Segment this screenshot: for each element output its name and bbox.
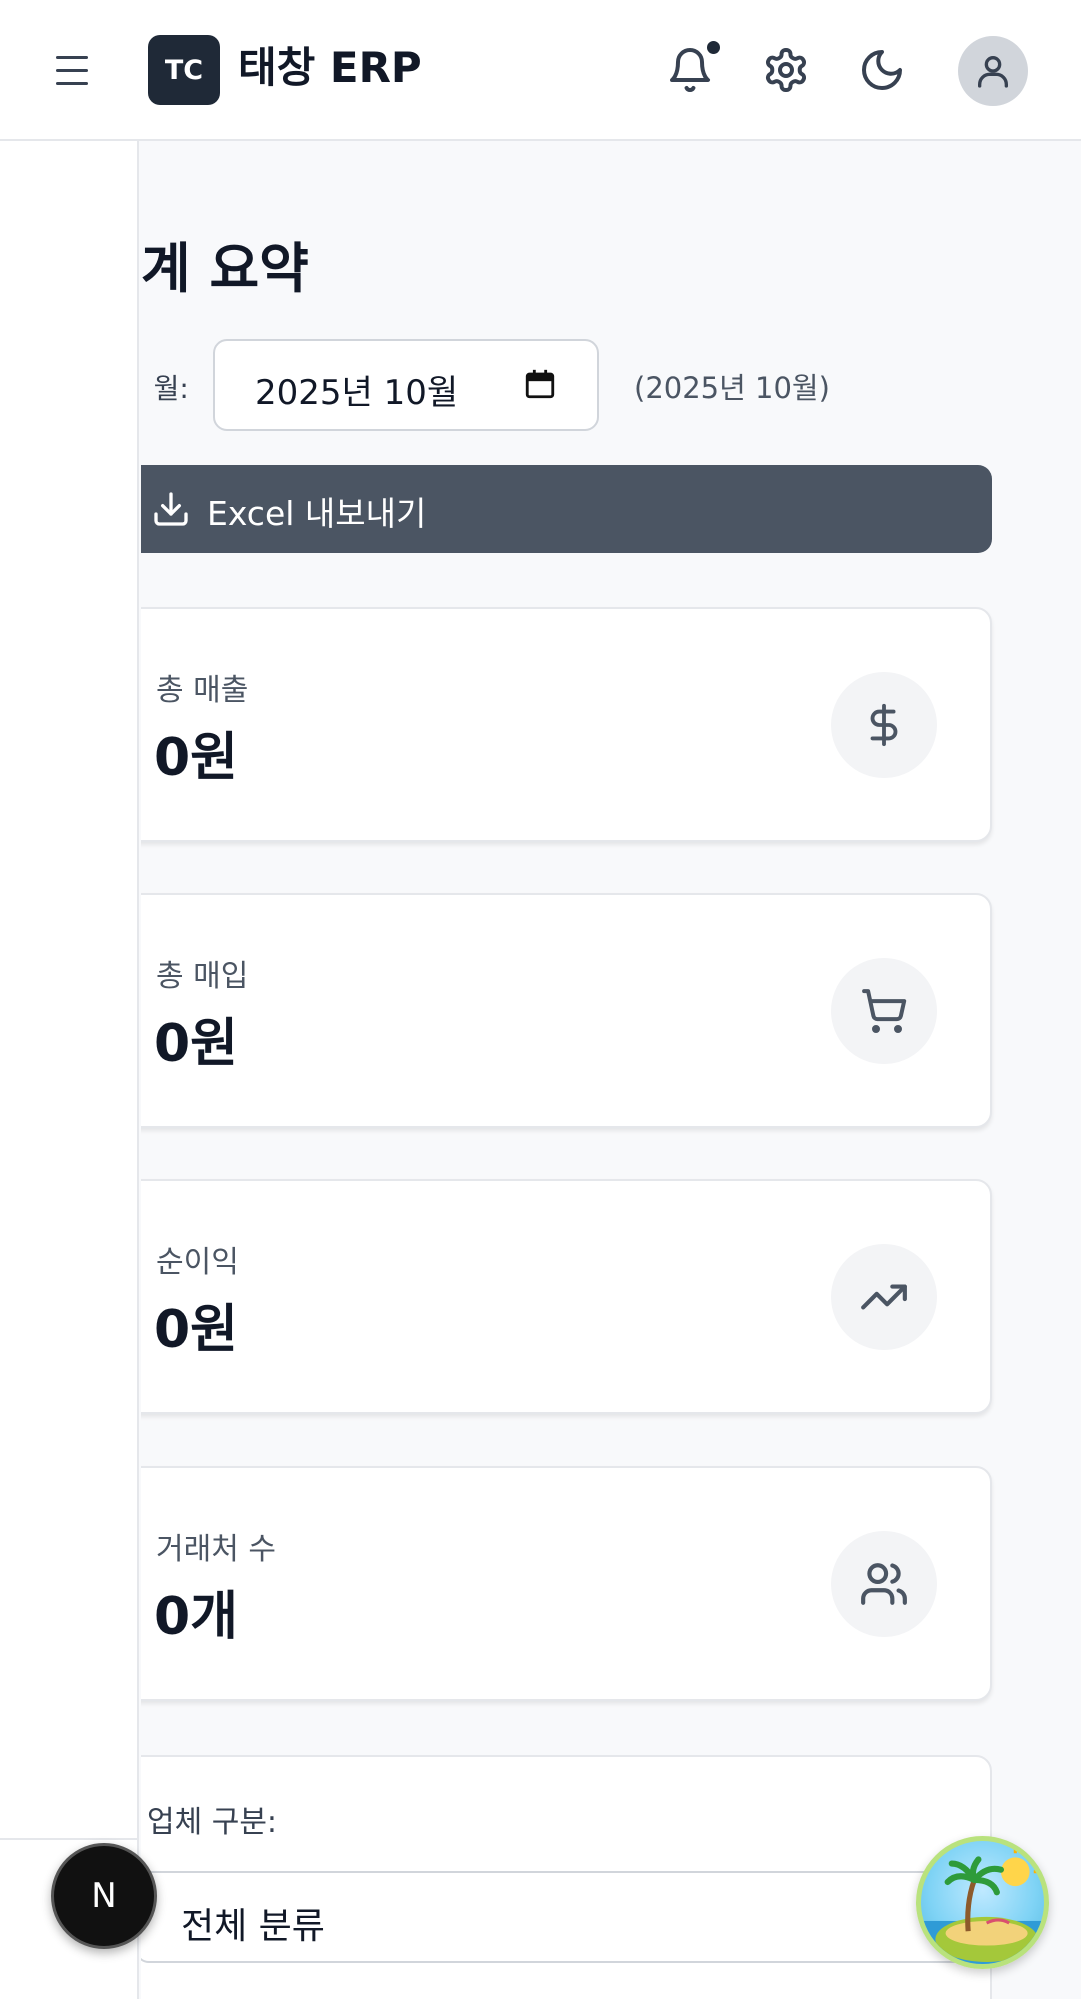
excel-export-label: Excel 내보내기	[207, 494, 427, 533]
selected-month-note: (2025년 10월)	[634, 371, 830, 405]
card-label: 거래처 수	[156, 1532, 276, 1567]
card-value: 0원	[154, 728, 239, 788]
island-assistant-button[interactable]	[916, 1836, 1049, 1969]
download-icon	[154, 492, 188, 526]
card-value: 0개	[154, 1587, 239, 1647]
main-content: 계 요약 ㅣ 월: 2025년 10월 (2025년 10월) Excel 내보…	[141, 141, 1081, 1999]
nextjs-dev-badge[interactable]: N	[51, 1843, 157, 1949]
notification-dot	[705, 39, 722, 56]
page-title: 계 요약	[141, 237, 309, 300]
sidebar-divider	[0, 1838, 139, 1840]
logo-badge: TC	[148, 35, 220, 105]
card-value: 0원	[154, 1300, 239, 1360]
calendar-icon[interactable]	[523, 367, 557, 401]
card-icon-wrap	[831, 958, 937, 1064]
summary-card-partners: 거래처 수 0개	[141, 1466, 992, 1701]
moon-icon[interactable]	[858, 46, 906, 94]
card-label: 총 매입	[156, 959, 249, 994]
top-bar: TC 태창 ERP	[0, 0, 1081, 141]
island-icon	[921, 1849, 1044, 1964]
card-icon-wrap	[831, 1244, 937, 1350]
sidebar	[0, 141, 139, 1999]
users-icon	[861, 1563, 907, 1605]
dollar-icon	[870, 703, 898, 747]
cart-icon	[862, 989, 907, 1033]
month-picker-value: 2025년 10월	[255, 373, 459, 413]
next-logo-icon: N	[91, 1876, 116, 1916]
summary-card-sales: 총 매출 0원	[141, 607, 992, 842]
card-icon-wrap	[831, 1531, 937, 1637]
summary-card-profit: 순이익 0원	[141, 1179, 992, 1414]
month-label: ㅣ 월:	[141, 372, 189, 405]
filter-label: 업체 구분:	[147, 1805, 278, 1840]
card-label: 순이익	[156, 1245, 239, 1280]
category-select[interactable]: 전체 분류	[141, 1871, 975, 1963]
filter-card: 업체 구분: 전체 분류	[141, 1755, 992, 1999]
category-select-value: 전체 분류	[181, 1906, 325, 1947]
next-badge-letter: N	[91, 1876, 116, 1916]
card-icon-wrap	[831, 672, 937, 778]
menu-icon[interactable]	[52, 52, 92, 90]
card-label: 총 매출	[156, 673, 249, 708]
app-title: 태창 ERP	[238, 43, 422, 92]
card-value: 0원	[154, 1014, 239, 1074]
user-avatar[interactable]	[958, 36, 1028, 106]
trending-up-icon	[861, 1284, 907, 1310]
excel-export-button[interactable]: Excel 내보내기	[141, 465, 992, 553]
month-picker[interactable]: 2025년 10월	[213, 339, 599, 431]
user-icon	[978, 55, 1008, 88]
gear-icon[interactable]	[762, 46, 810, 94]
summary-card-purchases: 총 매입 0원	[141, 893, 992, 1128]
